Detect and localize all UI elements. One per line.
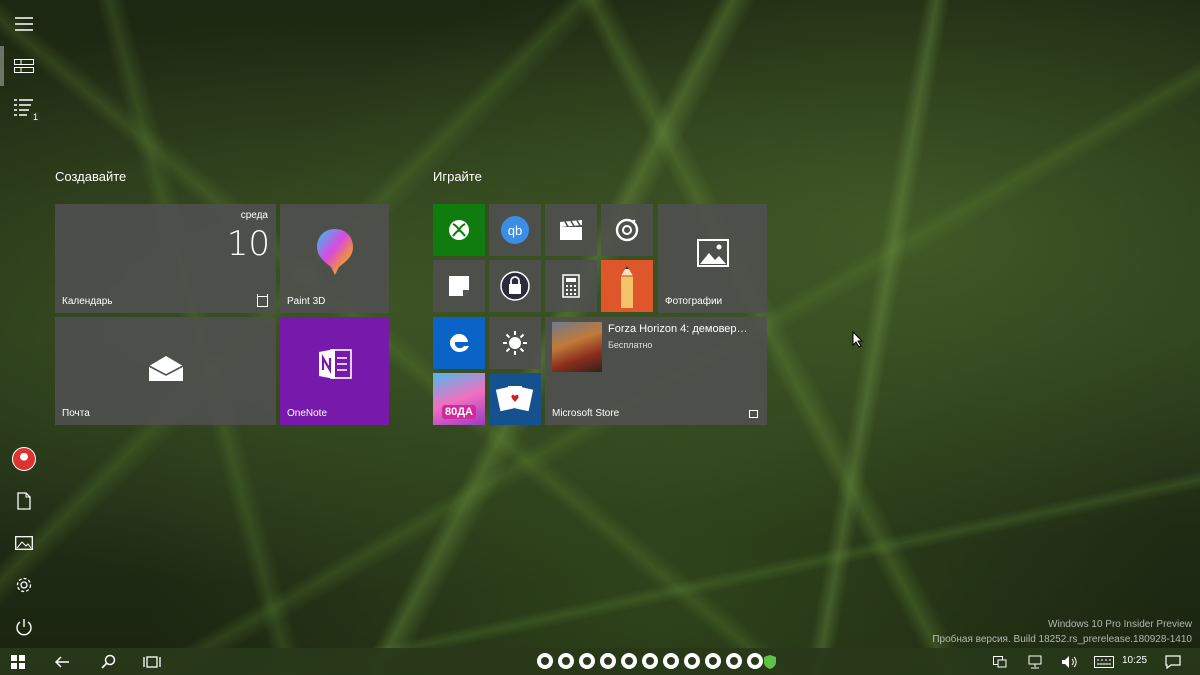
calendar-label: Календарь [62,296,113,307]
start-button[interactable] [0,648,36,675]
edge-tile[interactable] [433,317,485,369]
keyboard-icon [1094,655,1114,668]
back-arrow-icon [54,655,69,668]
start-rail: 1 [0,0,48,648]
firefox-icon[interactable] [621,653,637,669]
power-icon[interactable] [0,607,48,647]
network-icon [1028,655,1042,668]
group-title-play[interactable]: Играйте [433,169,482,184]
calculator-tile[interactable] [545,260,597,312]
tiles-view-icon[interactable] [0,46,48,86]
search-button[interactable] [94,648,122,675]
watermark-build: Пробная версия. Build 18252.rs_prereleas… [932,634,1192,645]
search-icon [101,654,116,669]
language-tray-button[interactable] [990,648,1010,675]
shield-icon [764,654,776,669]
sticky-notes-icon [449,276,469,296]
microsoft-store-tile[interactable]: Forza Horizon 4: демовер… Бесплатно Micr… [545,317,767,425]
taskbar-clock[interactable]: 10:25 [1122,655,1147,666]
keepass-tile[interactable] [489,260,541,312]
store-featured-title: Forza Horizon 4: демовер… [608,323,748,335]
xbox-icon [449,220,469,240]
calendar-weekday: среда [240,210,268,221]
user-avatar[interactable] [0,439,48,479]
calendar-tile[interactable]: среда 10 Календарь [55,204,276,313]
qbittorrent-icon: qb [501,216,529,244]
sticky-notes-tile[interactable] [433,260,485,312]
language-icon [993,655,1007,667]
calendar-icon [257,294,268,307]
groove-music-tile[interactable] [601,204,653,256]
keyboard-tray-button[interactable] [1092,648,1116,675]
taskbar: 10:25 [0,648,1200,675]
groove-music-icon [615,218,639,242]
mouse-cursor-icon [852,331,864,348]
windows-logo-icon [11,654,25,669]
pinned-app-7-icon[interactable] [663,653,679,669]
pinned-app-1-icon[interactable] [537,653,553,669]
paint3d-tile[interactable]: Paint 3D [280,204,389,313]
paint3d-label: Paint 3D [287,296,326,307]
mail-icon [148,356,183,381]
hamburger-menu-icon[interactable] [0,4,48,44]
clapperboard-icon [560,220,582,240]
movies-tv-tile[interactable] [545,204,597,256]
calculator-icon [562,274,580,298]
defender-shield-button[interactable] [762,648,778,675]
volume-icon [1062,655,1077,668]
forza-horizon-thumbnail [552,322,602,372]
task-view-button[interactable] [138,648,166,675]
onenote-tile[interactable]: OneNote [280,317,389,425]
watermark-edition: Windows 10 Pro Insider Preview [1048,619,1192,630]
paint3d-icon [316,228,353,275]
playing-cards-icon: ♥ [495,386,534,412]
sketchable-tile[interactable] [601,260,653,312]
store-featured-price: Бесплатно [608,340,653,350]
task-view-icon [143,655,161,668]
pictures-icon[interactable] [0,523,48,563]
notifications-icon [1165,654,1181,669]
pinned-app-2-icon[interactable] [558,653,574,669]
store-label: Microsoft Store [552,408,620,419]
mail-label: Почта [62,408,90,419]
solitaire-tile[interactable]: ♥ [489,373,541,425]
settings-icon[interactable] [0,565,48,605]
pinned-app-10-icon[interactable] [726,653,742,669]
back-button[interactable] [48,648,76,675]
photos-label: Фотографии [665,296,723,307]
onenote-label: OneNote [287,408,328,419]
qbittorrent-tile[interactable]: qb [489,204,541,256]
volume-tray-button[interactable] [1059,648,1079,675]
edge-icon [449,333,469,353]
candy-crush-logo-text: 80ДА [441,405,476,419]
pinned-app-6-icon[interactable] [642,653,658,669]
onenote-icon [318,349,352,379]
pinned-app-9-icon[interactable] [705,653,721,669]
xbox-tile[interactable] [433,204,485,256]
sun-icon [503,331,527,355]
group-title-create[interactable]: Создавайте [55,169,126,184]
lock-icon [500,271,530,301]
documents-icon[interactable] [0,481,48,521]
photos-icon [696,238,729,267]
list-badge: 1 [30,112,40,122]
shopping-bag-icon [749,410,758,418]
mail-tile[interactable]: Почта [55,317,276,425]
avatar-image [12,447,36,471]
svg-text:♥: ♥ [511,394,520,405]
all-apps-list-icon[interactable]: 1 [0,88,48,128]
network-tray-button[interactable] [1025,648,1045,675]
pinned-app-3-icon[interactable] [579,653,595,669]
candy-crush-tile[interactable]: 80ДА [433,373,485,425]
pencil-icon [621,266,633,308]
action-center-button[interactable] [1162,648,1184,675]
pinned-app-8-icon[interactable] [684,653,700,669]
weather-tile[interactable] [489,317,541,369]
calendar-day-number: 10 [226,224,270,264]
photos-tile[interactable]: Фотографии [658,204,767,313]
chrome-icon[interactable] [600,653,616,669]
svg-text:qb: qb [508,223,522,238]
pinned-app-11-icon[interactable] [747,653,763,669]
